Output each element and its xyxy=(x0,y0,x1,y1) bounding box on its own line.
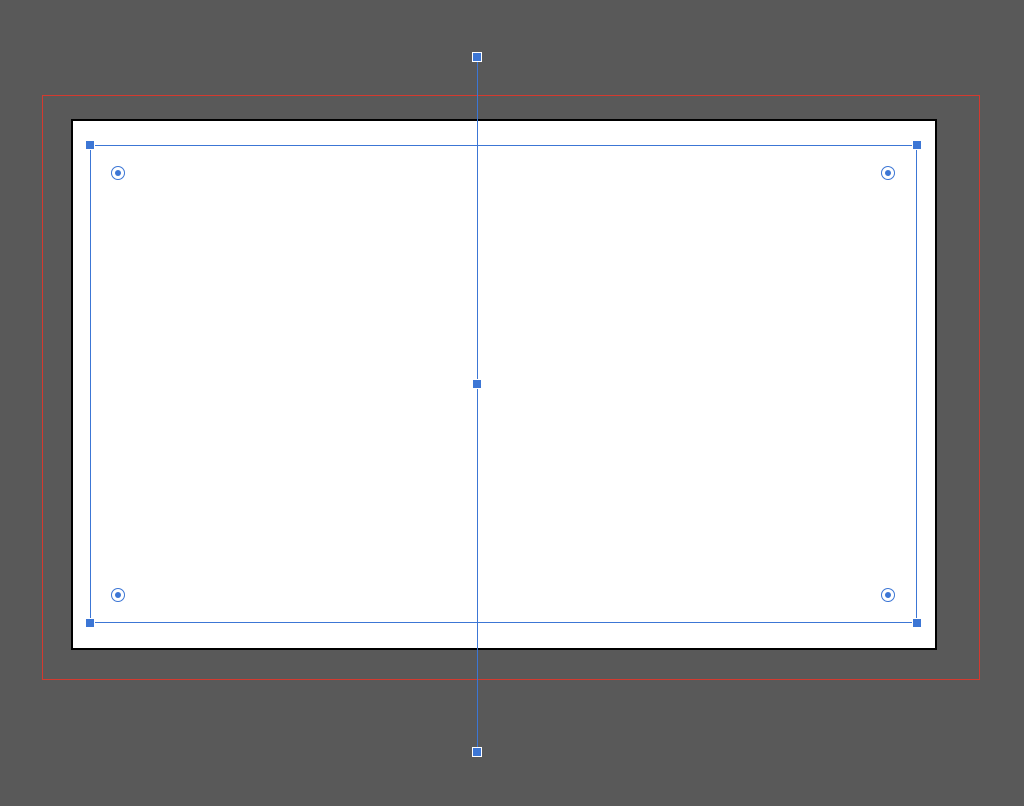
anchor-bottom-right[interactable] xyxy=(881,588,895,602)
canvas-viewport[interactable] xyxy=(0,0,1024,806)
axis-handle-center[interactable] xyxy=(472,379,482,389)
selection-handle-bottom-left[interactable] xyxy=(85,618,95,628)
selection-handle-top-right[interactable] xyxy=(912,140,922,150)
anchor-bottom-left[interactable] xyxy=(111,588,125,602)
anchor-top-right[interactable] xyxy=(881,166,895,180)
axis-handle-top[interactable] xyxy=(472,52,482,62)
axis-handle-bottom[interactable] xyxy=(472,747,482,757)
anchor-top-left[interactable] xyxy=(111,166,125,180)
selection-bounding-box[interactable] xyxy=(90,145,917,623)
selection-handle-top-left[interactable] xyxy=(85,140,95,150)
reflect-axis-line[interactable] xyxy=(477,57,478,752)
selection-handle-bottom-right[interactable] xyxy=(912,618,922,628)
